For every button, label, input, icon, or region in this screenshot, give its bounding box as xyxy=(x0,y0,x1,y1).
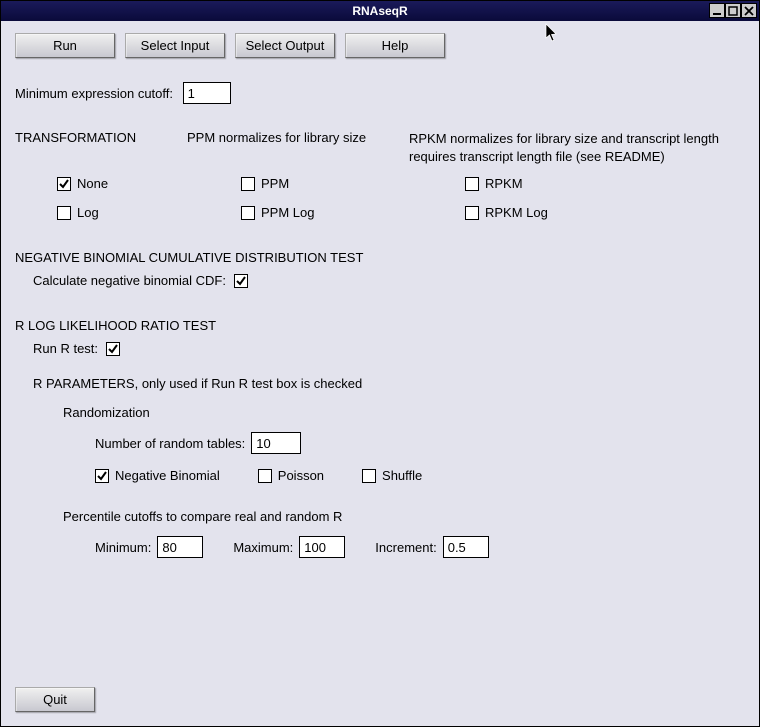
none-label: None xyxy=(77,176,108,191)
rpkm-log-checkbox[interactable] xyxy=(465,206,479,220)
r-params-label: R PARAMETERS, only used if Run R test bo… xyxy=(33,376,745,391)
select-output-button[interactable]: Select Output xyxy=(235,33,335,58)
min-label: Minimum: xyxy=(95,540,151,555)
percentile-row: Minimum: Maximum: Increment: xyxy=(95,536,745,558)
poisson-checkbox[interactable] xyxy=(258,469,272,483)
min-expr-input[interactable] xyxy=(183,82,231,104)
num-tables-row: Number of random tables: xyxy=(95,432,745,454)
log-checkbox[interactable] xyxy=(57,206,71,220)
run-r-test-checkbox[interactable] xyxy=(106,342,120,356)
randomization-title: Randomization xyxy=(63,405,745,420)
ppm-checkbox[interactable] xyxy=(241,177,255,191)
log-label: Log xyxy=(77,205,99,220)
nbcdf-row: Calculate negative binomial CDF: xyxy=(33,273,745,288)
num-tables-input[interactable] xyxy=(251,432,301,454)
num-tables-label: Number of random tables: xyxy=(95,436,245,451)
help-button[interactable]: Help xyxy=(345,33,445,58)
neg-binomial-label: Negative Binomial xyxy=(115,468,220,483)
poisson-label: Poisson xyxy=(278,468,324,483)
inc-label: Increment: xyxy=(375,540,436,555)
rpkm-label: RPKM xyxy=(485,176,523,191)
ppm-log-label: PPM Log xyxy=(261,205,314,220)
shuffle-label: Shuffle xyxy=(382,468,422,483)
minimize-button[interactable] xyxy=(709,3,725,18)
nbcdf-label: Calculate negative binomial CDF: xyxy=(33,273,226,288)
nbcdf-title: NEGATIVE BINOMIAL CUMULATIVE DISTRIBUTIO… xyxy=(15,250,745,265)
rpkm-checkbox[interactable] xyxy=(465,177,479,191)
ppm-log-checkbox[interactable] xyxy=(241,206,255,220)
rpkm-log-label: RPKM Log xyxy=(485,205,548,220)
ppm-header: PPM normalizes for library size xyxy=(187,130,409,166)
quit-button[interactable]: Quit xyxy=(15,687,95,712)
rpkm-header-line2: requires transcript length file (see REA… xyxy=(409,149,665,164)
transformation-options: None PPM RPKM Log PPM Log xyxy=(57,176,745,220)
min-expr-row: Minimum expression cutoff: xyxy=(15,82,745,104)
window-controls xyxy=(709,3,757,18)
inc-input[interactable] xyxy=(443,536,489,558)
rtest-title: R LOG LIKELIHOOD RATIO TEST xyxy=(15,318,745,333)
run-r-test-row: Run R test: xyxy=(33,341,745,356)
min-expr-label: Minimum expression cutoff: xyxy=(15,86,173,101)
min-input[interactable] xyxy=(157,536,203,558)
percentile-title: Percentile cutoffs to compare real and r… xyxy=(63,509,745,524)
close-button[interactable] xyxy=(741,3,757,18)
run-r-test-label: Run R test: xyxy=(33,341,98,356)
titlebar: RNAseqR xyxy=(1,1,759,21)
shuffle-checkbox[interactable] xyxy=(362,469,376,483)
rpkm-header: RPKM normalizes for library size and tra… xyxy=(409,130,745,166)
none-checkbox[interactable] xyxy=(57,177,71,191)
app-window: RNAseqR Run Select Input Select Output H… xyxy=(0,0,760,727)
max-label: Maximum: xyxy=(233,540,293,555)
neg-binomial-checkbox[interactable] xyxy=(95,469,109,483)
rpkm-header-line1: RPKM normalizes for library size and tra… xyxy=(409,131,719,146)
transformation-title: TRANSFORMATION xyxy=(15,130,187,166)
content-area: Run Select Input Select Output Help Mini… xyxy=(1,21,759,726)
quit-area: Quit xyxy=(15,687,95,712)
ppm-label: PPM xyxy=(261,176,289,191)
window-title: RNAseqR xyxy=(1,4,759,18)
select-input-button[interactable]: Select Input xyxy=(125,33,225,58)
max-input[interactable] xyxy=(299,536,345,558)
transformation-header-row: TRANSFORMATION PPM normalizes for librar… xyxy=(15,130,745,166)
maximize-button[interactable] xyxy=(725,3,741,18)
toolbar: Run Select Input Select Output Help xyxy=(15,33,745,58)
nbcdf-checkbox[interactable] xyxy=(234,274,248,288)
run-button[interactable]: Run xyxy=(15,33,115,58)
randomization-method-row: Negative Binomial Poisson Shuffle xyxy=(95,468,745,483)
